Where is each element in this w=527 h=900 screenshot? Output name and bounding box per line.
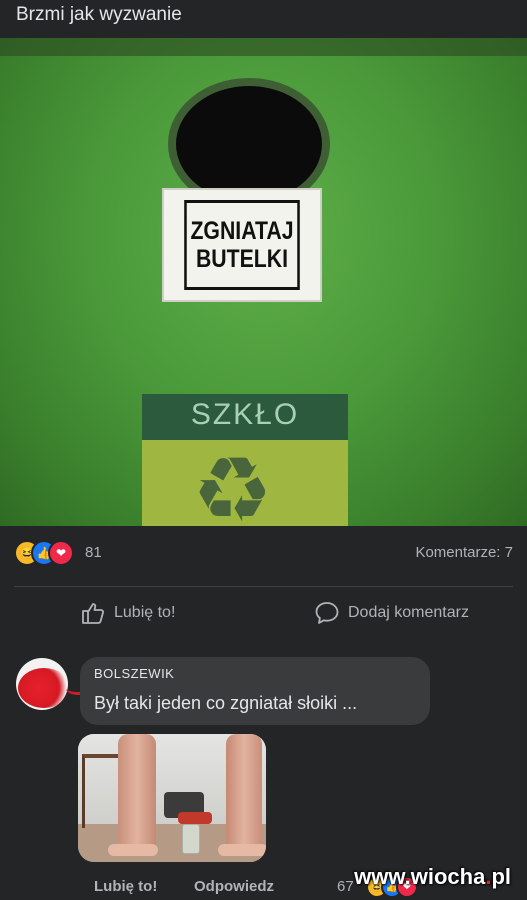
watermark-name: wiocha xyxy=(410,864,486,889)
watermark: www.wiocha.pl xyxy=(354,864,511,890)
comment-reply-button[interactable]: Odpowiedz xyxy=(194,878,274,895)
glass-label-word: SZKŁO xyxy=(190,398,300,431)
image-table xyxy=(82,754,122,828)
comment-reaction-count[interactable]: 67 xyxy=(337,878,354,895)
redaction-scribble xyxy=(18,668,70,708)
like-button-label: Lubię to! xyxy=(114,604,176,621)
add-comment-label: Dodaj komentarz xyxy=(348,604,469,621)
comment-icon xyxy=(314,600,340,626)
sticker-line-2: BUTELKI xyxy=(195,245,289,273)
watermark-prefix: www. xyxy=(354,864,411,889)
comment-like-button[interactable]: Lubię to! xyxy=(94,878,157,895)
image-foot xyxy=(218,844,266,856)
comment-author[interactable]: BOLSZEWIK xyxy=(94,666,174,681)
sticker: ZGNIATAJ BUTELKI xyxy=(162,188,322,302)
comment-image[interactable] xyxy=(78,734,266,862)
divider xyxy=(14,586,513,587)
thumbs-up-icon xyxy=(80,600,106,626)
post-title: Brzmi jak wyzwanie xyxy=(16,4,182,25)
post-photo[interactable]: ZGNIATAJ BUTELKI SZKŁO ♻ xyxy=(0,38,527,526)
add-comment-button[interactable]: Dodaj komentarz xyxy=(314,600,469,626)
comment-text: Był taki jeden co zgniatał słoiki ... xyxy=(94,693,358,713)
image-leg xyxy=(118,734,156,852)
glass-label: SZKŁO ♻ xyxy=(142,394,348,526)
image-jar xyxy=(182,824,200,854)
image-foot xyxy=(108,844,158,856)
image-red-object xyxy=(178,812,212,824)
reactions-summary[interactable]: 😆 👍 ❤ 81 Komentarze: 7 xyxy=(14,540,513,570)
reaction-count: 81 xyxy=(85,544,102,561)
comments-count-link[interactable]: Komentarze: 7 xyxy=(415,544,513,561)
like-button[interactable]: Lubię to! xyxy=(80,600,175,626)
recycle-icon: ♻ xyxy=(192,441,273,526)
comment-bubble: BOLSZEWIK Był taki jeden co zgniatał sło… xyxy=(80,657,430,725)
love-icon: ❤ xyxy=(48,540,74,566)
sticker-line-1: ZGNIATAJ xyxy=(190,217,294,245)
watermark-suffix: pl xyxy=(491,864,511,889)
container-rim xyxy=(0,38,527,56)
post-actions: Lubię to! Dodaj komentarz xyxy=(0,600,527,634)
image-leg xyxy=(226,734,262,852)
